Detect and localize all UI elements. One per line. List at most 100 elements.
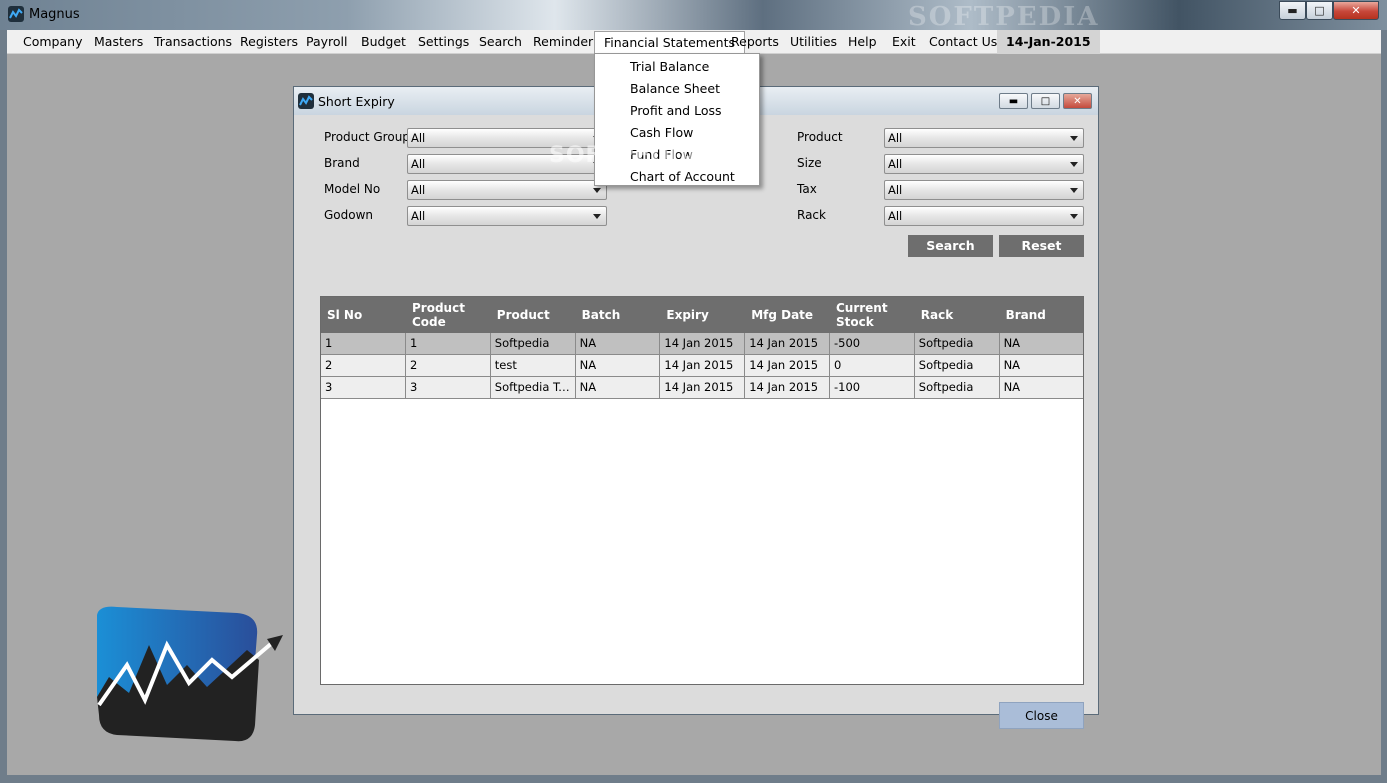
- short-expiry-grid: Sl No Product Code Product Batch Expiry …: [320, 296, 1084, 685]
- menu-profit-and-loss[interactable]: Profit and Loss: [595, 100, 759, 122]
- table-cell: 14 Jan 2015: [745, 333, 830, 354]
- size-value: All: [888, 157, 903, 171]
- table-cell: Softpedia Tes...: [491, 377, 576, 398]
- tax-select[interactable]: All: [884, 180, 1084, 200]
- table-cell: NA: [576, 355, 661, 376]
- godown-value: All: [411, 209, 426, 223]
- table-cell: NA: [1003, 380, 1021, 394]
- table-cell: 0: [830, 355, 915, 376]
- close-icon: ✕: [1073, 95, 1082, 107]
- menu-reminder[interactable]: Reminder: [524, 30, 602, 54]
- rack-value: All: [888, 209, 903, 223]
- chevron-down-icon: [1070, 214, 1078, 219]
- rack-label: Rack: [797, 208, 826, 222]
- table-cell: Softpedia: [915, 377, 1000, 398]
- model-no-label: Model No: [324, 182, 381, 196]
- menu-payroll[interactable]: Payroll: [297, 30, 357, 54]
- dialog-minimize-button[interactable]: ▬: [999, 93, 1028, 109]
- product-select[interactable]: All: [884, 128, 1084, 148]
- table-cell: 14 Jan 2015: [745, 377, 830, 398]
- menu-search[interactable]: Search: [470, 30, 531, 54]
- menu-settings[interactable]: Settings: [409, 30, 478, 54]
- current-date: 14-Jan-2015: [997, 30, 1100, 54]
- product-label: Product: [797, 130, 843, 144]
- column-header-sl-no[interactable]: Sl No: [321, 297, 406, 333]
- menu-exit[interactable]: Exit: [883, 30, 925, 54]
- table-row[interactable]: 1 1 Softpedia NA 14 Jan 2015 14 Jan 2015…: [321, 333, 1083, 355]
- column-header-rack[interactable]: Rack: [915, 297, 1000, 333]
- close-icon: ✕: [1351, 4, 1361, 17]
- minimize-icon: ▬: [1287, 4, 1298, 17]
- size-label: Size: [797, 156, 822, 170]
- product-group-label: Product Group: [324, 130, 410, 144]
- chevron-down-icon: [593, 214, 601, 219]
- menu-contact-us[interactable]: Contact Us: [920, 30, 1006, 54]
- column-header-brand[interactable]: Brand: [1000, 297, 1085, 333]
- menu-masters[interactable]: Masters: [85, 30, 152, 54]
- model-no-select[interactable]: All: [407, 180, 607, 200]
- minimize-button[interactable]: ▬: [1279, 1, 1306, 20]
- table-row[interactable]: 3 3 Softpedia Tes... NA 14 Jan 2015 14 J…: [321, 377, 1083, 399]
- column-header-batch[interactable]: Batch: [576, 297, 661, 333]
- table-cell: 2: [406, 355, 491, 376]
- column-header-expiry[interactable]: Expiry: [660, 297, 745, 333]
- menu-trial-balance[interactable]: Trial Balance: [595, 56, 759, 78]
- window-titlebar: Magnus SOFTPEDIA ▬ □ ✕: [0, 0, 1387, 32]
- dialog-title: Short Expiry: [318, 94, 395, 109]
- table-cell: Softpedia: [915, 333, 1000, 354]
- dialog-maximize-button[interactable]: □: [1031, 93, 1060, 109]
- close-button[interactable]: Close: [999, 702, 1084, 729]
- maximize-button[interactable]: □: [1306, 1, 1333, 20]
- search-button[interactable]: Search: [908, 235, 993, 257]
- close-window-button[interactable]: ✕: [1333, 1, 1379, 20]
- rack-select[interactable]: All: [884, 206, 1084, 226]
- column-header-product-code[interactable]: Product Code: [406, 297, 491, 333]
- column-header-product[interactable]: Product: [491, 297, 576, 333]
- dialog-close-button[interactable]: ✕: [1063, 93, 1092, 109]
- reset-button[interactable]: Reset: [999, 235, 1084, 257]
- maximize-icon: □: [1314, 4, 1325, 17]
- table-cell: 14 Jan 2015: [660, 355, 746, 376]
- table-cell: test: [491, 355, 576, 376]
- window-title: Magnus: [29, 7, 80, 22]
- table-cell: -100: [830, 377, 915, 398]
- chevron-down-icon: [1070, 136, 1078, 141]
- softpedia-watermark: SOFTPEDIA: [549, 143, 698, 168]
- menu-utilities[interactable]: Utilities: [781, 30, 846, 54]
- model-no-value: All: [411, 183, 426, 197]
- workspace: Company Masters Transactions Registers P…: [7, 30, 1381, 775]
- godown-label: Godown: [324, 208, 374, 222]
- app-logo-large-icon: [97, 606, 283, 742]
- product-group-value: All: [411, 131, 426, 145]
- menu-chart-of-account[interactable]: Chart of Account: [595, 166, 759, 188]
- table-cell: NA: [1003, 336, 1021, 350]
- minimize-icon: ▬: [1008, 95, 1019, 107]
- menu-budget[interactable]: Budget: [352, 30, 415, 54]
- tax-value: All: [888, 183, 903, 197]
- table-cell: NA: [576, 333, 661, 354]
- table-cell: 14 Jan 2015: [660, 333, 746, 354]
- chevron-down-icon: [1070, 188, 1078, 193]
- brand-label: Brand: [324, 156, 360, 170]
- table-cell: 14 Jan 2015: [660, 377, 746, 398]
- size-select[interactable]: All: [884, 154, 1084, 174]
- godown-select[interactable]: All: [407, 206, 607, 226]
- menu-balance-sheet[interactable]: Balance Sheet: [595, 78, 759, 100]
- table-row[interactable]: 2 2 test NA 14 Jan 2015 14 Jan 2015 0 So…: [321, 355, 1083, 377]
- menu-transactions[interactable]: Transactions: [145, 30, 241, 54]
- window-controls: ▬ □ ✕: [1279, 1, 1379, 20]
- menu-registers[interactable]: Registers: [231, 30, 307, 54]
- brand-value: All: [411, 157, 426, 171]
- chevron-down-icon: [1070, 162, 1078, 167]
- dialog-window-controls: ▬ □ ✕: [999, 93, 1092, 109]
- menu-help[interactable]: Help: [839, 30, 886, 54]
- table-cell: 1: [321, 333, 406, 354]
- menu-reports[interactable]: Reports: [722, 30, 788, 54]
- table-cell: 2: [321, 355, 406, 376]
- table-cell: 14 Jan 2015: [745, 355, 830, 376]
- column-header-current-stock[interactable]: Current Stock: [830, 297, 915, 333]
- menu-cash-flow[interactable]: Cash Flow: [595, 122, 759, 144]
- tax-label: Tax: [797, 182, 817, 196]
- menu-company[interactable]: Company: [14, 30, 91, 54]
- column-header-mfg-date[interactable]: Mfg Date: [745, 297, 830, 333]
